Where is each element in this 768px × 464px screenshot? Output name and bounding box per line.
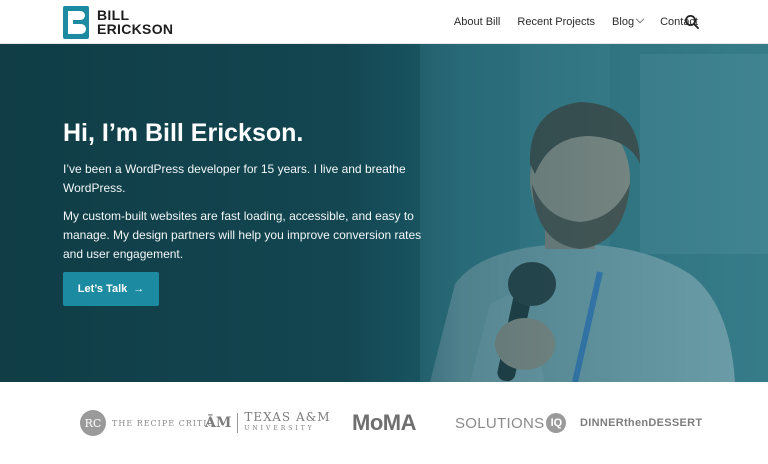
texas-am-name-block: TEXAS A&M UNIVERSITY — [244, 410, 331, 434]
client-logos: RC THE RECIPE CRITIC ĀM TEXAS A&M UNIVER… — [0, 382, 768, 464]
nav-item-about[interactable]: About Bill — [454, 16, 500, 28]
solutions-iq-badge: IQ — [546, 413, 567, 433]
lets-talk-button[interactable]: Let’s Talk → — [63, 272, 159, 306]
chevron-down-icon — [635, 14, 645, 24]
then-text: then — [623, 417, 649, 429]
logo-solutions-iq: SOLUTIONS IQ — [455, 407, 567, 439]
texas-am-sub: UNIVERSITY — [244, 425, 315, 432]
site-header: BILL ERICKSON About Bill Recent Projects… — [0, 0, 768, 44]
lets-talk-label: Let’s Talk — [77, 283, 128, 295]
dessert-text: DESSERT — [648, 417, 703, 429]
logo-recipe-critic: RC THE RECIPE CRITIC — [80, 407, 215, 439]
logo-b-icon — [63, 5, 89, 39]
arrow-right-icon: → — [133, 283, 145, 295]
main-nav: About Bill Recent Projects Blog Contact — [437, 0, 698, 44]
nav-item-blog-label: Blog — [612, 16, 635, 28]
moma-name: MoMA — [352, 410, 416, 435]
logo-dinner-then-dessert: DINNER then DESSERT — [580, 407, 702, 439]
texas-am-mark: ĀM — [205, 415, 232, 431]
texas-am-name: TEXAS A&M — [244, 410, 331, 424]
logo-line-1: BILL — [97, 7, 130, 23]
hero-section: Hi, I’m Bill Erickson. I’ve been a WordP… — [0, 44, 768, 382]
texas-am-divider — [237, 413, 239, 433]
recipe-critic-mark: RC — [80, 410, 106, 436]
site-logo[interactable]: BILL ERICKSON — [63, 5, 173, 39]
nav-item-recent-projects[interactable]: Recent Projects — [517, 16, 595, 28]
hero-content: Hi, I’m Bill Erickson. I’ve been a WordP… — [63, 118, 423, 273]
nav-item-blog[interactable]: Blog — [612, 14, 645, 28]
hero-title: Hi, I’m Bill Erickson. — [63, 119, 304, 147]
logo-line-2: ERICKSON — [97, 21, 174, 37]
logo-text: BILL ERICKSON — [97, 8, 173, 36]
hero-intro: I’ve been a WordPress developer for 15 y… — [63, 162, 406, 195]
hero-description: My custom-built websites are fast loadin… — [63, 209, 422, 261]
search-icon[interactable] — [684, 14, 700, 30]
dinner-text: DINNER — [580, 417, 624, 429]
logo-moma: MoMA — [352, 407, 416, 439]
logo-texas-am: ĀM TEXAS A&M UNIVERSITY — [205, 407, 331, 439]
recipe-critic-name: THE RECIPE CRITIC — [112, 418, 215, 428]
solutions-name: SOLUTIONS — [455, 414, 545, 432]
